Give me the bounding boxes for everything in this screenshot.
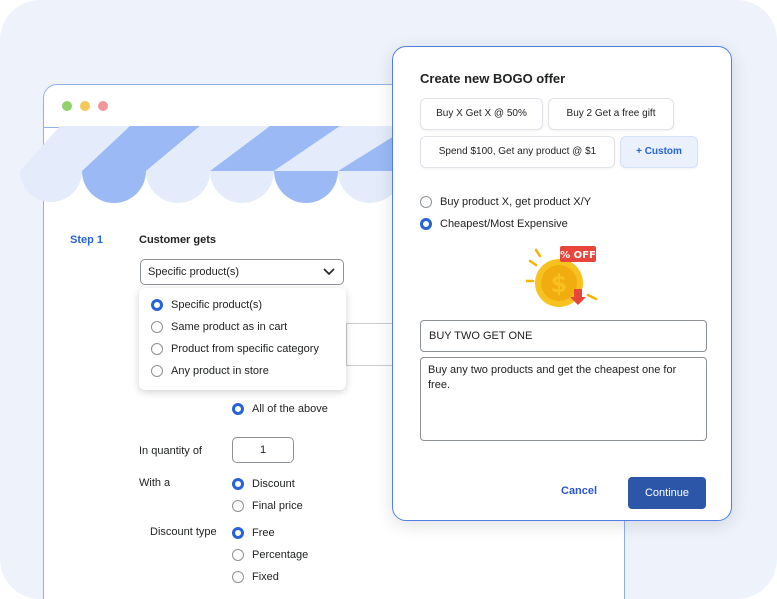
divider-line xyxy=(346,323,347,365)
radio-icon xyxy=(232,500,244,512)
window-maximize-dot xyxy=(62,101,72,111)
badge-text: % OFF xyxy=(560,250,596,261)
radio-selected-icon xyxy=(420,218,432,230)
option-label: Same product as in cart xyxy=(171,321,288,333)
window-close-dot xyxy=(98,101,108,111)
canvas-background: Step 1 Customer gets Specific product(s)… xyxy=(0,0,777,599)
continue-button[interactable]: Continue xyxy=(628,477,706,509)
option-label: Discount xyxy=(252,478,295,490)
radio-icon xyxy=(420,196,432,208)
radio-icon xyxy=(151,321,163,333)
product-scope-dropdown: Specific product(s) Same product as in c… xyxy=(139,288,346,390)
store-awning-illustration xyxy=(20,126,420,203)
option-label: Final price xyxy=(252,500,303,512)
offer-name-input[interactable]: BUY TWO GET ONE xyxy=(420,320,707,352)
radio-selected-icon xyxy=(232,478,244,490)
template-chip-buy-x-get-x[interactable]: Buy X Get X @ 50% xyxy=(420,98,543,130)
with-a-label: With a xyxy=(139,477,171,489)
radio-all-of-above[interactable]: All of the above xyxy=(232,403,328,415)
svg-text:$: $ xyxy=(551,270,568,298)
radio-percentage[interactable]: Percentage xyxy=(232,549,308,561)
radio-discount[interactable]: Discount xyxy=(232,478,295,490)
radio-fixed[interactable]: Fixed xyxy=(232,571,279,583)
quantity-input[interactable]: 1 xyxy=(232,437,294,463)
modal-title: Create new BOGO offer xyxy=(420,71,566,86)
create-bogo-modal: Create new BOGO offer Buy X Get X @ 50% … xyxy=(392,46,732,521)
option-label: Fixed xyxy=(252,571,279,583)
option-label: Specific product(s) xyxy=(171,299,263,311)
section-title: Customer gets xyxy=(139,234,217,246)
option-label: Buy product X, get product X/Y xyxy=(440,196,592,208)
custom-template-button[interactable]: + Custom xyxy=(620,136,698,168)
radio-selected-icon xyxy=(232,527,244,539)
dropdown-option-any-product[interactable]: Any product in store xyxy=(151,365,269,377)
radio-selected-icon xyxy=(151,299,163,311)
step-label: Step 1 xyxy=(70,234,104,246)
dropdown-option-same-product[interactable]: Same product as in cart xyxy=(151,321,287,333)
option-label: Percentage xyxy=(252,549,309,561)
template-chip-buy-2-free-gift[interactable]: Buy 2 Get a free gift xyxy=(548,98,674,130)
template-chip-spend-100[interactable]: Spend $100, Get any product @ $1 xyxy=(420,136,615,168)
radio-icon xyxy=(151,365,163,377)
radio-selected-icon xyxy=(232,403,244,415)
divider-line xyxy=(346,365,396,366)
option-label: Product from specific category xyxy=(171,343,319,355)
discount-coin-icon: $ % OFF xyxy=(526,246,598,307)
radio-cheapest-most-expensive[interactable]: Cheapest/Most Expensive xyxy=(420,218,568,230)
radio-icon xyxy=(151,343,163,355)
radio-final-price[interactable]: Final price xyxy=(232,500,303,512)
cancel-button[interactable]: Cancel xyxy=(561,485,597,497)
window-minimize-dot xyxy=(80,101,90,111)
radio-free[interactable]: Free xyxy=(232,527,275,539)
option-label: All of the above xyxy=(252,403,328,415)
quantity-label: In quantity of xyxy=(139,445,202,457)
discount-type-label: Discount type xyxy=(150,526,217,538)
radio-icon xyxy=(232,571,244,583)
dropdown-option-specific-category[interactable]: Product from specific category xyxy=(151,343,319,355)
customer-gets-select[interactable]: Specific product(s) xyxy=(140,259,344,285)
option-label: Free xyxy=(252,527,275,539)
option-label: Cheapest/Most Expensive xyxy=(440,218,568,230)
select-value: Specific product(s) xyxy=(148,266,240,278)
divider-line xyxy=(346,323,396,324)
offer-description-textarea[interactable]: Buy any two products and get the cheapes… xyxy=(420,357,707,441)
option-label: Any product in store xyxy=(171,365,269,377)
dropdown-option-specific-products[interactable]: Specific product(s) xyxy=(151,299,262,311)
radio-buy-x-get-xy[interactable]: Buy product X, get product X/Y xyxy=(420,196,591,208)
chevron-down-icon xyxy=(323,268,335,276)
radio-icon xyxy=(232,549,244,561)
